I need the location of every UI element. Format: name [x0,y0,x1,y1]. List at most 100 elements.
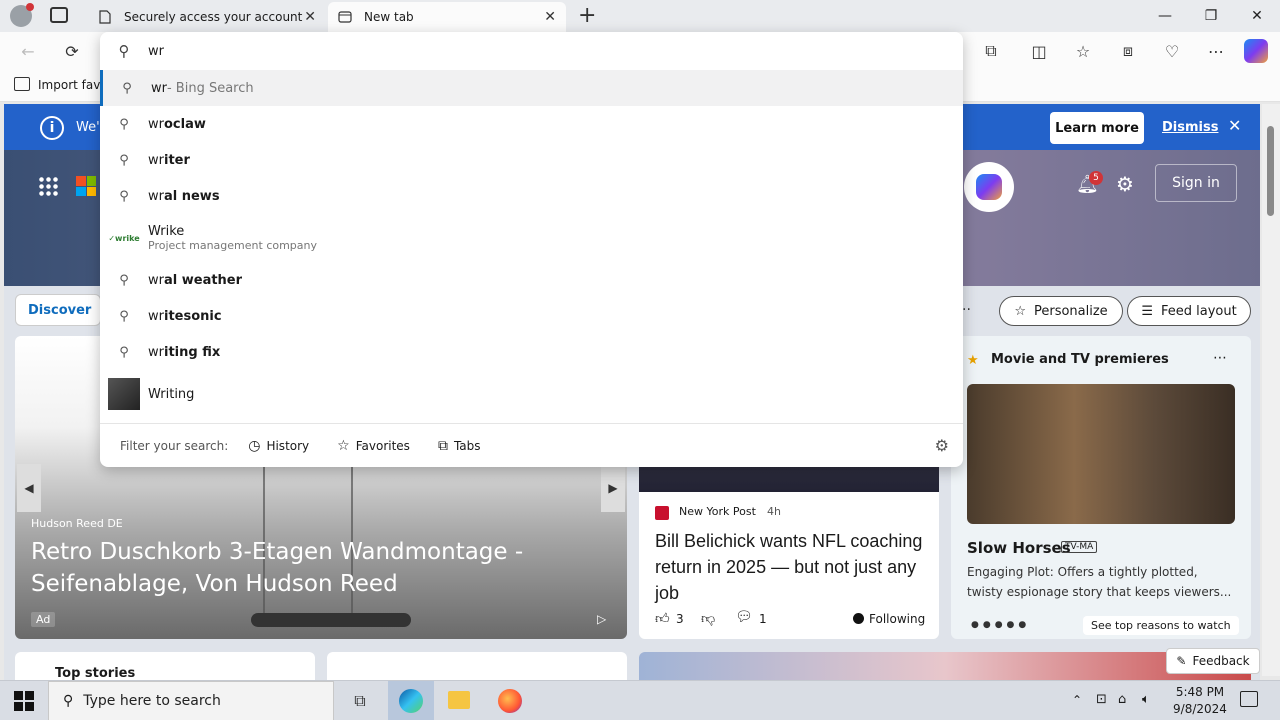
banner-close-icon[interactable]: ✕ [1228,116,1241,135]
following-label[interactable]: Following [869,612,925,626]
clock-date[interactable]: 9/8/2024 [1172,702,1228,716]
suggestion-completion: oclaw [163,116,206,132]
ad-choices-icon[interactable]: ▷ [597,612,606,626]
suggestion-item[interactable]: ⚲ wr al news [100,178,963,214]
tab-discover[interactable]: Discover [15,294,101,326]
minimize-icon[interactable]: — [1142,0,1188,32]
tab-new-tab[interactable]: New tab ✕ [328,2,566,32]
ad-source: Hudson Reed DE [31,517,123,530]
microsoft-logo-icon[interactable] [76,176,96,196]
suggestion-item[interactable]: ⚲ wr oclaw [100,106,963,142]
import-favorites-link[interactable]: Import favo [38,78,108,92]
search-icon: ⚲ [119,188,129,204]
close-tab-icon[interactable]: ✕ [304,9,316,25]
comment-count: 1 [759,612,767,626]
clock-time[interactable]: 5:48 PM [1172,685,1228,699]
suggestion-typed: wr [148,308,164,324]
bottom-card-2[interactable] [327,652,627,680]
search-settings-gear-icon[interactable]: ⚙ [935,436,949,455]
top-reasons-button[interactable]: See top reasons to watch [1083,616,1239,635]
task-view-icon[interactable]: ⧉ [344,685,376,717]
copilot-search-icon[interactable] [964,162,1014,212]
collections-icon[interactable]: ⧈ [1112,35,1144,67]
movie-carousel-dots[interactable]: ●●●●● [971,620,1030,630]
suggestion-item[interactable]: ⚲ wr iting fix [100,334,963,370]
premieres-icon: ★ [967,353,979,368]
suggestion-item[interactable]: ⚲ wr al weather [100,262,963,298]
extensions-icon[interactable]: ⧉ [975,35,1007,67]
search-icon: ⚲ [119,116,129,132]
suggestion-item[interactable]: ⚲ wr itesonic [100,298,963,334]
network-icon[interactable]: ⊡ [1096,692,1107,707]
filter-history[interactable]: ◷ History [248,438,309,454]
feed-more-icon[interactable]: ·· [962,302,971,318]
restore-icon[interactable]: ❐ [1188,0,1234,32]
split-screen-icon[interactable]: ◫ [1023,35,1055,67]
volume-icon[interactable]: 🔈︎ [1142,692,1150,707]
dismiss-link[interactable]: Dismiss [1162,120,1218,135]
page-scrollbar[interactable] [1262,104,1280,676]
suggestion-bing-search[interactable]: ⚲ wr - Bing Search [100,70,963,106]
refresh-icon[interactable]: ⟳ [56,35,88,67]
settings-gear-icon[interactable]: ⚙ [1116,172,1134,196]
carousel-dots[interactable] [251,613,411,627]
address-search-icon: ⚲ [118,42,130,60]
address-input[interactable]: wr [148,44,164,59]
firefox-icon[interactable] [498,689,522,713]
suggestion-writing[interactable]: Writing [100,374,963,414]
comment-icon[interactable]: 💬︎ [735,609,753,625]
copilot-icon[interactable] [1244,39,1268,63]
suggestion-wrike[interactable]: ✓wrike Wrike Project management company [100,214,963,262]
movie-premieres-card[interactable]: ★ Movie and TV premieres ⋯ Slow Horses T… [951,336,1251,639]
tab-strip: Securely access your account ✕ New tab ✕… [0,0,1280,32]
wrike-logo-icon: ✓wrike [108,233,140,243]
edge-taskbar-icon[interactable] [388,681,434,720]
tab-title: New tab [364,10,414,24]
suggestion-title: Wrike [148,224,185,239]
profile-icon[interactable] [10,3,34,27]
sign-in-button[interactable]: Sign in [1155,164,1237,202]
ad-title[interactable]: Retro Duschkorb 3-Etagen Wandmontage - S… [31,536,531,600]
taskbar-search-placeholder: Type here to search [83,693,221,709]
like-icon[interactable]: 👍︎ [655,610,670,627]
suggestion-typed: wr [148,152,164,168]
notification-center-icon[interactable] [1240,691,1258,707]
suggestion-item[interactable]: ⚲ wr iter [100,142,963,178]
tabs-icon: ⧉ [437,437,448,454]
windows-start-icon[interactable] [14,691,34,711]
filter-tabs[interactable]: ⧉ Tabs [438,438,481,454]
personalize-button[interactable]: ☆ Personalize [999,296,1123,326]
feedback-button[interactable]: ✎ Feedback [1166,648,1260,674]
sliders-icon: ☰ [1141,303,1153,319]
news-title[interactable]: Bill Belichick wants NFL coaching return… [655,528,927,606]
address-bar[interactable]: ⚲ wr [100,32,963,70]
favorites-star-icon[interactable]: ☆ [1067,35,1099,67]
wifi-icon[interactable]: ⌂ [1118,692,1126,707]
close-tab-icon[interactable]: ✕ [544,9,556,25]
tab-actions-icon[interactable] [50,7,68,23]
card-more-icon[interactable]: ⋯ [1213,350,1227,366]
search-icon: ⚲ [119,152,129,168]
new-tab-plus-icon[interactable]: + [578,3,596,28]
learn-more-button[interactable]: Learn more [1050,112,1144,144]
taskbar-search-box[interactable]: ⚲ Type here to search [48,681,334,720]
personalize-label: Personalize [1033,303,1108,319]
tab-secure-access[interactable]: Securely access your account ✕ [88,2,326,32]
feed-layout-button[interactable]: ☰ Feed layout [1127,296,1251,326]
bottom-card-3[interactable] [639,652,1251,680]
browser-essentials-icon[interactable]: ♡ [1156,35,1188,67]
tray-chevron-icon[interactable]: ⌃ [1072,693,1082,707]
suggestion-completion: iting fix [163,344,221,360]
back-arrow-icon[interactable]: ← [12,35,44,67]
movie-title[interactable]: Slow Horses [967,539,1071,557]
file-explorer-icon[interactable] [448,691,470,709]
filter-favorites[interactable]: ☆ Favorites [337,438,410,454]
movie-poster[interactable] [967,384,1235,524]
carousel-prev-button[interactable]: ◀ [17,464,41,512]
app-launcher-icon[interactable] [38,176,58,196]
dislike-icon[interactable]: 👎︎ [701,610,715,627]
window-close-icon[interactable]: ✕ [1234,0,1280,32]
more-menu-icon[interactable]: ⋯ [1200,35,1232,67]
carousel-next-button[interactable]: ▶ [601,464,625,512]
banner-text: We' [76,120,100,135]
